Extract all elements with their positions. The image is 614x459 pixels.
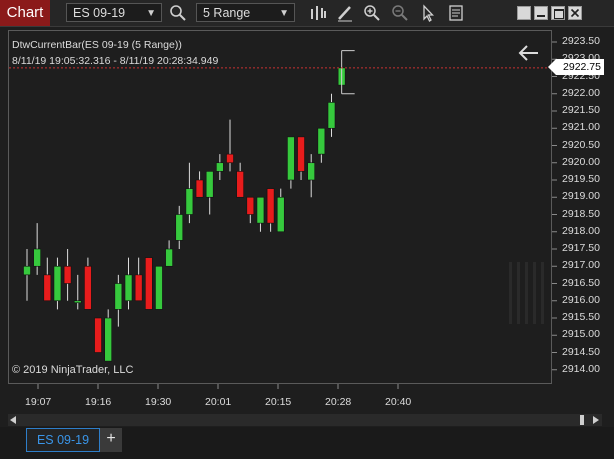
price-tick-label: 2923.50 xyxy=(562,35,600,47)
price-tick-label: 2922.00 xyxy=(562,86,600,99)
candlestick-chart[interactable] xyxy=(0,0,614,459)
candle-down xyxy=(94,317,102,353)
time-tick-label: 20:40 xyxy=(385,396,412,408)
time-tick-label: 19:16 xyxy=(85,396,112,408)
background-bar xyxy=(517,262,520,324)
background-bar xyxy=(541,262,544,324)
candle-down xyxy=(266,188,275,224)
candle-up xyxy=(33,248,41,267)
price-tick-label: 2921.00 xyxy=(562,121,600,134)
candle-up xyxy=(307,162,316,181)
background-bar xyxy=(509,262,512,324)
arrow-left-icon[interactable] xyxy=(518,44,540,62)
tab-es-09-19[interactable]: ES 09-19 xyxy=(26,428,100,452)
time-tick-label: 19:07 xyxy=(25,396,52,408)
candle-down xyxy=(297,136,305,172)
scroll-left-icon[interactable] xyxy=(10,416,16,424)
candle-up xyxy=(165,248,173,267)
price-tick-label: 2917.00 xyxy=(562,259,600,272)
candle-up xyxy=(175,214,184,241)
candle-down xyxy=(226,153,234,164)
candle-up xyxy=(317,127,326,155)
price-tick-label: 2916.50 xyxy=(562,276,600,289)
candle-up xyxy=(276,196,285,233)
horizontal-scrollbar[interactable] xyxy=(8,414,602,426)
candle-down xyxy=(246,196,255,215)
candle-up xyxy=(23,265,31,276)
price-tick-label: 2915.50 xyxy=(562,311,600,323)
candle-up xyxy=(53,265,62,302)
candle-up xyxy=(114,283,123,310)
time-tick-label: 20:01 xyxy=(205,396,232,408)
current-price-marker: 2922.75 xyxy=(556,59,604,75)
price-tick-label: 2914.50 xyxy=(562,345,600,358)
candle-up xyxy=(185,188,194,215)
candle-up xyxy=(124,274,133,302)
current-price-pointer xyxy=(548,59,556,75)
candle-up xyxy=(205,171,214,198)
time-tick-label: 19:30 xyxy=(145,396,172,408)
time-tick-label: 20:15 xyxy=(265,396,292,408)
copyright-label: © 2019 NinjaTrader, LLC xyxy=(12,364,134,376)
candle-down xyxy=(63,265,72,284)
candle-up xyxy=(104,317,112,362)
price-tick-label: 2918.50 xyxy=(562,207,600,220)
background-bar xyxy=(525,262,528,324)
add-tab-button[interactable]: + xyxy=(100,428,122,452)
candle-up xyxy=(256,196,265,224)
candle-up xyxy=(155,265,163,310)
candle-down xyxy=(134,274,143,302)
time-range-label: 8/11/19 19:05:32.316 - 8/11/19 20:28:34.… xyxy=(12,55,219,67)
candle-down xyxy=(236,171,244,198)
price-tick-label: 2920.50 xyxy=(562,138,600,151)
candle-up xyxy=(327,102,336,129)
candle-down xyxy=(84,265,92,310)
candle-down xyxy=(195,179,204,198)
candle-down xyxy=(145,257,153,310)
price-tick-label: 2919.00 xyxy=(562,190,600,203)
scroll-right-icon[interactable] xyxy=(593,416,599,424)
price-tick-label: 2915.00 xyxy=(562,328,600,341)
price-tick-label: 2916.00 xyxy=(562,293,600,306)
background-bar xyxy=(533,262,536,324)
price-tick-label: 2921.50 xyxy=(562,104,600,116)
candle-up xyxy=(287,136,295,181)
scroll-thumb[interactable] xyxy=(580,415,584,425)
indicator-label: DtwCurrentBar(ES 09-19 (5 Range)) xyxy=(12,39,182,51)
price-tick-label: 2918.00 xyxy=(562,224,600,237)
candle-up xyxy=(73,300,82,304)
price-tick-label: 2920.00 xyxy=(562,155,600,168)
price-tick-label: 2914.00 xyxy=(562,362,600,375)
candle-down xyxy=(43,274,52,302)
candle-up xyxy=(216,162,224,172)
price-tick-label: 2919.50 xyxy=(562,173,600,185)
time-tick-label: 20:28 xyxy=(325,396,352,408)
price-tick-label: 2917.50 xyxy=(562,242,600,254)
